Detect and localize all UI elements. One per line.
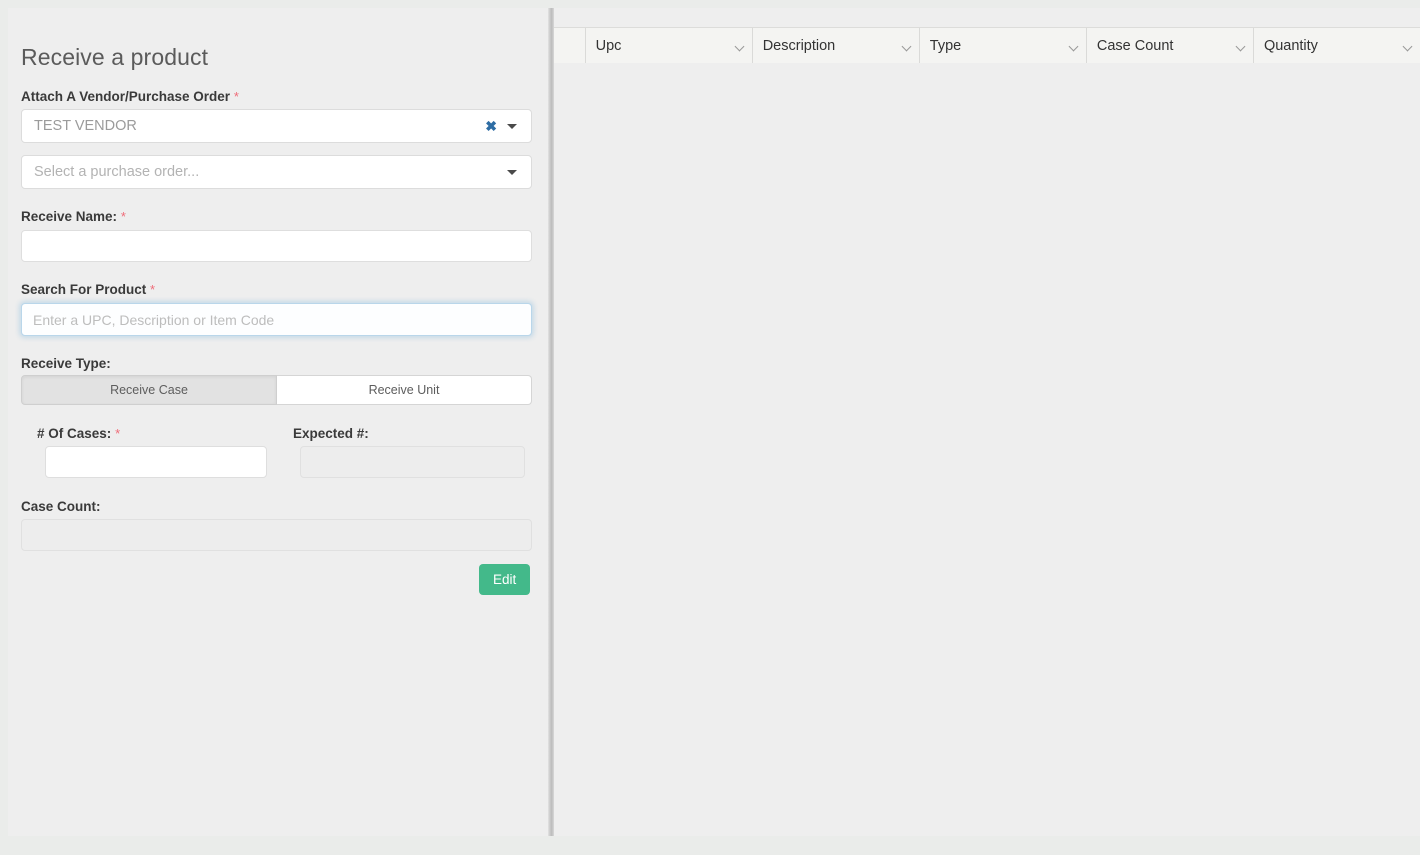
receive-product-form: Receive a product Attach A Vendor/Purcha… bbox=[8, 8, 548, 836]
vendor-label-text: Attach A Vendor/Purchase Order bbox=[21, 89, 231, 104]
caret-down-icon bbox=[507, 169, 517, 175]
case-count-label-text: Case Count: bbox=[21, 499, 101, 514]
search-product-input[interactable] bbox=[21, 303, 532, 336]
num-of-cases-input[interactable] bbox=[45, 446, 267, 478]
expected-num-field-label: Expected #: bbox=[293, 426, 369, 442]
receive-name-input[interactable] bbox=[21, 230, 532, 262]
case-count-input bbox=[21, 519, 532, 551]
grid-column-header-quantity[interactable]: Quantity bbox=[1252, 28, 1420, 64]
case-count-field-label: Case Count: bbox=[21, 499, 101, 515]
expected-num-input bbox=[300, 446, 525, 478]
grid-column-header-type[interactable]: Type bbox=[918, 28, 1086, 64]
products-grid: Upc Description Type Case Count Quantity bbox=[554, 8, 1420, 836]
expected-num-label-text: Expected #: bbox=[293, 426, 369, 441]
grid-body bbox=[554, 63, 1420, 836]
vendor-select-value: TEST VENDOR bbox=[34, 118, 137, 134]
grid-column-label: Quantity bbox=[1263, 38, 1318, 54]
purchase-order-select[interactable]: Select a purchase order... bbox=[21, 155, 532, 189]
receive-type-toggle-group: Receive Case Receive Unit bbox=[21, 375, 532, 405]
receive-type-label-text: Receive Type: bbox=[21, 356, 111, 371]
edit-button[interactable]: Edit bbox=[479, 564, 531, 595]
chevron-down-icon[interactable] bbox=[1236, 41, 1247, 52]
search-product-field-label: Search For Product * bbox=[21, 282, 155, 298]
vendor-select[interactable]: TEST VENDOR ✖ bbox=[21, 109, 532, 143]
caret-down-icon bbox=[507, 123, 517, 129]
app-root: Receive a product Attach A Vendor/Purcha… bbox=[0, 0, 1420, 855]
chevron-down-icon[interactable] bbox=[735, 41, 746, 52]
receive-type-field-label: Receive Type: bbox=[21, 356, 111, 372]
page-title: Receive a product bbox=[21, 44, 209, 70]
receive-name-required-star: * bbox=[120, 209, 126, 224]
receive-case-button[interactable]: Receive Case bbox=[21, 375, 277, 405]
clear-x-icon[interactable]: ✖ bbox=[479, 119, 503, 133]
grid-header-row: Upc Description Type Case Count Quantity bbox=[554, 27, 1420, 65]
receive-unit-button[interactable]: Receive Unit bbox=[277, 375, 532, 405]
search-product-label-text: Search For Product bbox=[21, 282, 147, 297]
grid-column-label: Type bbox=[929, 38, 962, 54]
chevron-down-icon[interactable] bbox=[1403, 41, 1414, 52]
grid-column-header-selector[interactable] bbox=[554, 28, 585, 64]
receive-name-field-label: Receive Name: * bbox=[21, 209, 126, 225]
grid-column-label: Description bbox=[762, 38, 836, 54]
grid-column-header-description[interactable]: Description bbox=[751, 28, 919, 64]
chevron-down-icon[interactable] bbox=[1069, 41, 1080, 52]
num-of-cases-required-star: * bbox=[115, 426, 121, 441]
chevron-down-icon[interactable] bbox=[902, 41, 913, 52]
grid-column-header-upc[interactable]: Upc bbox=[584, 28, 752, 64]
grid-column-label: Upc bbox=[595, 38, 622, 54]
grid-column-header-case-count[interactable]: Case Count bbox=[1085, 28, 1253, 64]
vendor-field-label: Attach A Vendor/Purchase Order * bbox=[21, 89, 239, 105]
grid-column-label: Case Count bbox=[1096, 38, 1174, 54]
num-of-cases-field-label: # Of Cases: * bbox=[37, 426, 120, 442]
vendor-required-star: * bbox=[233, 89, 239, 104]
search-product-required-star: * bbox=[150, 282, 156, 297]
purchase-order-placeholder: Select a purchase order... bbox=[34, 164, 200, 180]
receive-name-label-text: Receive Name: bbox=[21, 209, 118, 224]
num-of-cases-label-text: # Of Cases: bbox=[37, 426, 112, 441]
